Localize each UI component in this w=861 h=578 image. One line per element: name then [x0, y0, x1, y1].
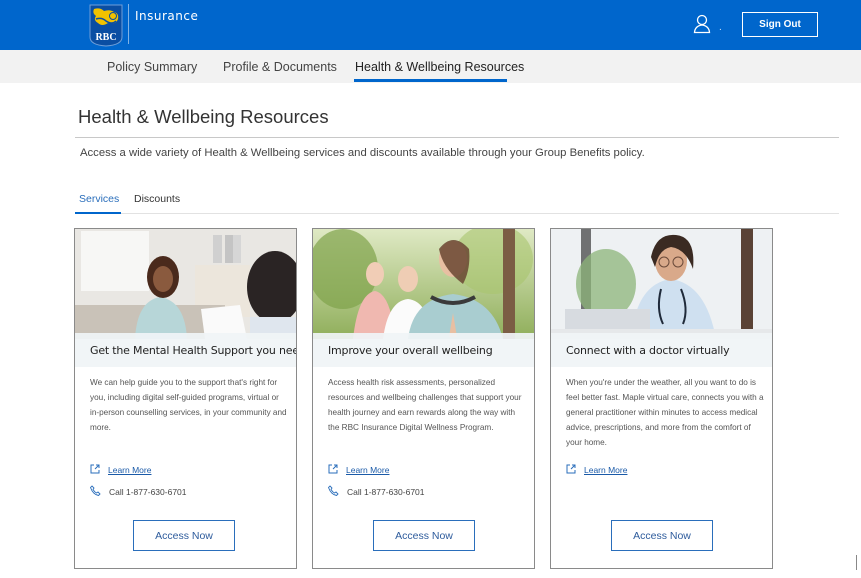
svg-text:RBC: RBC — [95, 32, 116, 43]
brand-text: Insurance — [135, 9, 199, 23]
page-title: Health & Wellbeing Resources — [78, 106, 329, 127]
card-title: Improve your overall wellbeing — [328, 344, 493, 357]
title-divider — [75, 137, 839, 138]
scroll-edge-marker — [856, 555, 857, 570]
service-card-wellbeing: Improve your overall wellbeing Access he… — [312, 228, 535, 569]
access-now-button[interactable]: Access Now — [133, 520, 235, 551]
sign-out-button[interactable]: Sign Out — [742, 12, 818, 37]
learn-more-label[interactable]: Learn More — [584, 465, 627, 475]
phone-contact[interactable]: Call 1-877-630-6701 — [327, 485, 425, 498]
phone-number[interactable]: Call 1-877-630-6701 — [109, 487, 187, 497]
logo-divider — [128, 4, 129, 44]
access-now-button[interactable]: Access Now — [373, 520, 475, 551]
tab-active-indicator — [75, 212, 121, 214]
phone-contact[interactable]: Call 1-877-630-6701 — [89, 485, 187, 498]
card-title: Get the Mental Health Support you need — [90, 344, 297, 357]
page-intro: Access a wide variety of Health & Wellbe… — [80, 147, 645, 159]
user-menu-indicator: . — [719, 22, 722, 33]
tab-discounts[interactable]: Discounts — [134, 193, 180, 205]
learn-more-label[interactable]: Learn More — [346, 465, 389, 475]
rbc-logo[interactable]: RBC — [88, 3, 124, 47]
external-link-icon — [328, 464, 338, 476]
card-description: Access health risk assessments, personal… — [328, 378, 522, 432]
nav-active-indicator — [354, 79, 507, 82]
phone-number[interactable]: Call 1-877-630-6701 — [347, 487, 425, 497]
learn-more-label[interactable]: Learn More — [108, 465, 151, 475]
service-card-virtual-doctor: Connect with a doctor virtually When you… — [550, 228, 773, 569]
outdoor-yoga-photo — [313, 229, 534, 339]
top-header: RBC Insurance . Sign Out — [0, 0, 861, 50]
main-nav: Policy Summary Profile & Documents Healt… — [0, 50, 861, 83]
nav-policy-summary[interactable]: Policy Summary — [107, 60, 197, 74]
card-title: Connect with a doctor virtually — [566, 344, 730, 357]
user-profile-icon[interactable] — [693, 14, 711, 34]
tabs-divider — [75, 213, 839, 214]
virtual-doctor-photo — [551, 229, 772, 339]
access-now-button[interactable]: Access Now — [611, 520, 713, 551]
service-card-mental-health: Get the Mental Health Support you need W… — [74, 228, 297, 569]
card-description: When you're under the weather, all you w… — [566, 378, 764, 447]
phone-icon — [327, 485, 339, 498]
learn-more-link[interactable]: Learn More — [328, 464, 389, 476]
phone-icon — [89, 485, 101, 498]
learn-more-link[interactable]: Learn More — [90, 464, 151, 476]
card-description: We can help guide you to the support tha… — [90, 378, 287, 432]
nav-health-wellbeing[interactable]: Health & Wellbeing Resources — [355, 60, 524, 74]
external-link-icon — [566, 464, 576, 476]
nav-profile-documents[interactable]: Profile & Documents — [223, 60, 337, 74]
external-link-icon — [90, 464, 100, 476]
counselling-session-photo — [75, 229, 296, 339]
tab-services[interactable]: Services — [79, 193, 119, 205]
learn-more-link[interactable]: Learn More — [566, 464, 627, 476]
